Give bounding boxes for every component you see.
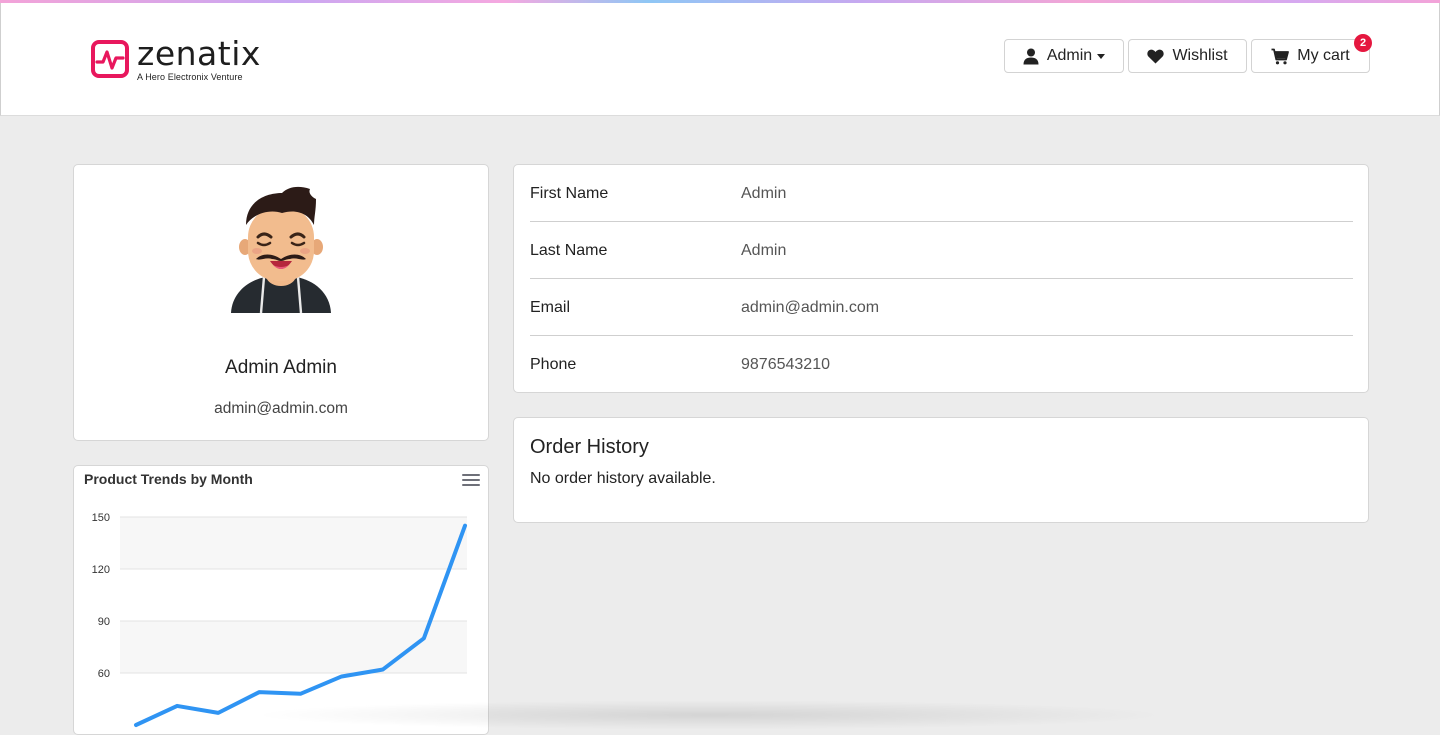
profile-card: Admin Admin admin@admin.com	[73, 164, 489, 441]
order-history-title: Order History	[530, 436, 649, 458]
cart-label: My cart	[1297, 47, 1350, 64]
chart-title: Product Trends by Month	[84, 471, 253, 487]
detail-row-first-name: First Name Admin	[530, 165, 1353, 222]
detail-row-phone: Phone 9876543210	[530, 336, 1353, 393]
profile-name: Admin Admin	[225, 357, 337, 378]
detail-row-last-name: Last Name Admin	[530, 222, 1353, 279]
user-menu-button[interactable]: Admin	[1004, 39, 1124, 73]
detail-label: Phone	[530, 356, 577, 373]
avatar	[231, 186, 331, 314]
detail-value: Admin	[741, 185, 787, 202]
brand-tagline: A Hero Electronix Venture	[137, 72, 243, 82]
product-trends-chart: 150 120 90 60	[92, 512, 467, 727]
detail-label: Email	[530, 299, 571, 316]
site-header: zenatix A Hero Electronix Venture Admin …	[0, 3, 1440, 116]
heart-icon	[1147, 49, 1165, 63]
wishlist-button[interactable]: Wishlist	[1128, 39, 1247, 73]
user-details-card: First Name Admin Last Name Admin Email a…	[513, 164, 1369, 393]
chart-y-tick-label: 90	[98, 616, 110, 628]
detail-row-email: Email admin@admin.com	[530, 279, 1353, 336]
detail-label: Last Name	[530, 242, 608, 259]
order-history-empty-text: No order history available.	[530, 470, 716, 487]
user-menu-label: Admin	[1046, 47, 1093, 64]
profile-email: admin@admin.com	[214, 400, 348, 417]
cart-count-badge: 2	[1354, 34, 1372, 52]
chart-band	[120, 517, 467, 569]
chevron-down-icon	[1097, 53, 1106, 59]
chart-y-tick-label: 120	[92, 564, 110, 576]
chart-y-tick-label: 150	[92, 512, 110, 524]
wishlist-label: Wishlist	[1172, 47, 1228, 64]
user-icon	[1023, 48, 1039, 64]
brand-logo[interactable]: zenatix A Hero Electronix Venture	[91, 34, 261, 82]
detail-value: Admin	[741, 242, 787, 259]
chart-menu-icon[interactable]	[462, 474, 480, 488]
detail-value: admin@admin.com	[741, 299, 880, 316]
order-history-card: Order History No order history available…	[513, 417, 1369, 523]
brand-name: zenatix	[137, 34, 261, 73]
product-trends-chart-card: 150 120 90 60 Product Trends by Month	[73, 465, 489, 735]
detail-label: First Name	[530, 185, 609, 202]
chart-y-tick-label: 60	[98, 668, 110, 680]
cart-icon	[1271, 48, 1290, 64]
zenatix-logo-icon	[91, 40, 129, 78]
cart-button[interactable]: My cart	[1251, 39, 1370, 73]
detail-value: 9876543210	[741, 356, 830, 373]
